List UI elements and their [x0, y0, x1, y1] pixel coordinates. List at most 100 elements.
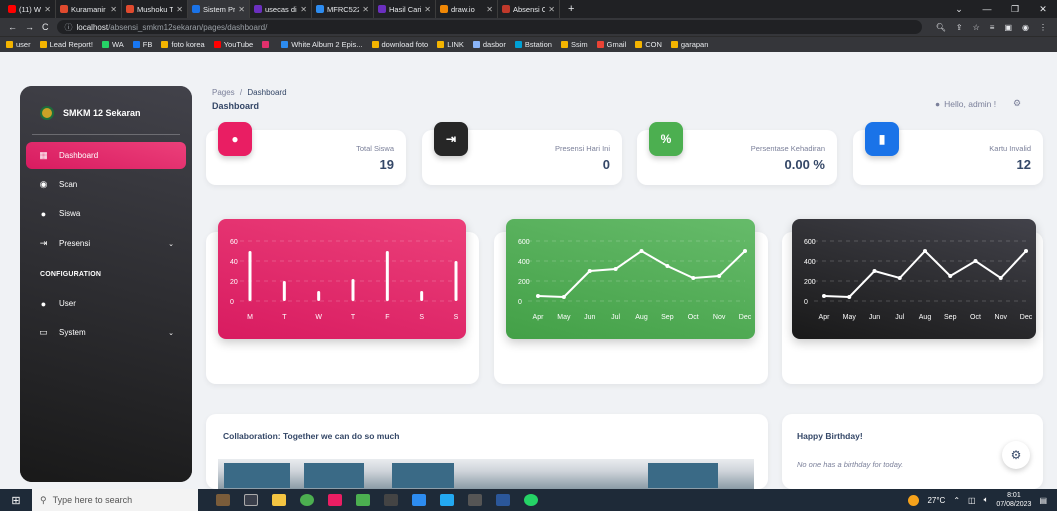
data-point: [691, 276, 696, 280]
url-field[interactable]: ⓘ localhost /absensi_smkm12sekaran/pages…: [56, 20, 922, 34]
bookmark-item[interactable]: Gmail: [596, 40, 626, 49]
sidebar-item-siswa[interactable]: ● Siswa: [26, 200, 186, 227]
bookmark-label: FB: [142, 40, 153, 49]
bookmark-item[interactable]: CON: [635, 40, 662, 49]
star-icon[interactable]: ☆: [973, 23, 980, 32]
x-tick-label: Dec: [739, 314, 752, 321]
x-tick-label: M: [247, 314, 253, 321]
sidebar-item-presensi[interactable]: ⇥ Presensi ⌄: [26, 230, 186, 257]
tab-close-icon[interactable]: ✕: [110, 5, 117, 14]
config-fab-gear-icon[interactable]: ⚙: [1002, 441, 1030, 469]
tab-close-icon[interactable]: ✕: [300, 5, 307, 14]
dashboard-icon: ▦: [39, 150, 48, 160]
taskbar-apps: [216, 494, 538, 506]
new-tab-icon[interactable]: +: [560, 3, 582, 15]
stat-value: 0: [602, 157, 610, 172]
network-icon[interactable]: ◫: [968, 496, 976, 505]
bookmark-item[interactable]: dasbor: [472, 40, 506, 49]
browser-tab[interactable]: (11) W ✕: [4, 0, 56, 18]
sidebar-item-user[interactable]: ● User: [26, 290, 186, 317]
bar-chart: 0 20 40 60 M T W T F S S: [230, 239, 459, 321]
app-icon[interactable]: [356, 494, 370, 506]
whatsapp-icon[interactable]: [524, 494, 538, 506]
vscode-icon[interactable]: [440, 494, 454, 506]
taskbar-search[interactable]: ⚲ Type here to search: [32, 489, 198, 511]
tab-search-icon[interactable]: ⌄: [945, 4, 973, 15]
breadcrumb-root[interactable]: Pages: [212, 88, 235, 97]
extensions-icon[interactable]: ≡: [990, 23, 995, 32]
app-icon[interactable]: [328, 494, 342, 506]
bookmark-item[interactable]: [262, 41, 272, 48]
app-icon[interactable]: [412, 494, 426, 506]
bookmark-item[interactable]: Ssim: [560, 40, 588, 49]
task-view-icon[interactable]: [244, 494, 258, 506]
app-icon[interactable]: [468, 494, 482, 506]
bar: [248, 251, 252, 301]
browser-tab[interactable]: Hasil Cari ✕: [374, 0, 436, 18]
temperature[interactable]: 27°C: [927, 496, 945, 505]
sidebar-item-dashboard[interactable]: ▦ Dashboard: [26, 142, 186, 169]
settings-gear-icon[interactable]: ⚙: [1013, 98, 1021, 109]
breadcrumb-separator: /: [239, 88, 243, 97]
browser-tab[interactable]: Sistem Pre✕: [188, 0, 250, 18]
tab-close-icon[interactable]: ✕: [238, 5, 245, 14]
tab-close-icon[interactable]: ✕: [548, 5, 555, 14]
bookmark-icon: [132, 41, 140, 48]
data-point: [536, 294, 540, 298]
browser-tab[interactable]: MFRC522 ✕: [312, 0, 374, 18]
bookmark-item[interactable]: download foto: [371, 40, 428, 49]
sidepanel-icon[interactable]: ▣: [1004, 23, 1012, 32]
windows-start-icon[interactable]: ⊞: [0, 494, 32, 507]
url-path: /absensi_smkm12sekaran/pages/dashboard/: [108, 22, 268, 32]
browser-tab[interactable]: draw.io ✕: [436, 0, 498, 18]
bookmark-label: White Album 2 Epis...: [291, 40, 363, 49]
x-tick-label: Apr: [533, 314, 545, 321]
tab-close-icon[interactable]: ✕: [362, 5, 369, 14]
tab-title: Kuramanir: [71, 4, 106, 14]
menu-icon[interactable]: ⋮: [1039, 23, 1047, 32]
bookmark-item[interactable]: user: [6, 40, 31, 49]
minimize-icon[interactable]: —: [973, 4, 1001, 14]
tab-close-icon[interactable]: ✕: [44, 5, 51, 14]
x-tick-label: Oct: [688, 314, 699, 321]
reload-icon[interactable]: C: [42, 22, 49, 32]
clock[interactable]: 8:01 07/08/2023: [996, 491, 1031, 509]
forward-icon[interactable]: →: [25, 22, 34, 32]
bookmark-item[interactable]: White Album 2 Epis...: [281, 40, 363, 49]
close-icon[interactable]: ✕: [1029, 4, 1057, 15]
back-icon[interactable]: ←: [8, 22, 17, 32]
restore-icon[interactable]: ❐: [1001, 4, 1029, 15]
volume-icon[interactable]: 🔈︎: [984, 495, 989, 505]
browser-tab[interactable]: usecas dia ✕: [250, 0, 312, 18]
user-greeting[interactable]: ● Hello, admin !: [935, 99, 996, 109]
school-logo-icon: [40, 106, 54, 120]
tab-close-icon[interactable]: ✕: [176, 5, 183, 14]
bookmark-item[interactable]: Lead Report!: [39, 40, 93, 49]
chrome-icon[interactable]: [300, 494, 314, 506]
browser-tab[interactable]: Kuramanir ✕: [56, 0, 122, 18]
tab-close-icon[interactable]: ✕: [424, 5, 431, 14]
terminal-icon[interactable]: [384, 494, 398, 506]
sidebar-item-system[interactable]: ▭ System ⌄: [26, 319, 186, 346]
bookmark-item[interactable]: Bstation: [514, 40, 552, 49]
tab-close-icon[interactable]: ✕: [486, 5, 493, 14]
word-icon[interactable]: [496, 494, 510, 506]
profile-icon[interactable]: ◉: [1022, 23, 1029, 32]
bookmark-item[interactable]: YouTube: [213, 40, 253, 49]
file-explorer-icon[interactable]: [272, 494, 286, 506]
browser-tab[interactable]: Mushoku T ✕: [122, 0, 188, 18]
browser-tab[interactable]: Absensi O ✕: [498, 0, 560, 18]
notification-icon[interactable]: ▤: [1039, 496, 1047, 505]
bookmark-item[interactable]: WA: [101, 40, 124, 49]
bookmark-item[interactable]: foto korea: [161, 40, 205, 49]
bookmark-item[interactable]: FB: [132, 40, 153, 49]
sidebar-item-scan[interactable]: ◉ Scan: [26, 171, 186, 198]
tray-chevron-icon[interactable]: ⌃: [953, 496, 960, 505]
brand[interactable]: SMKM 12 Sekaran: [40, 106, 141, 120]
bookmark-item[interactable]: LINK: [437, 40, 464, 49]
bookmark-item[interactable]: garapan: [670, 40, 708, 49]
app-icon[interactable]: [216, 494, 230, 506]
weather-icon[interactable]: [908, 494, 920, 506]
share-icon[interactable]: ⇪: [956, 23, 963, 32]
zoom-icon[interactable]: 🔍︎: [936, 23, 946, 32]
